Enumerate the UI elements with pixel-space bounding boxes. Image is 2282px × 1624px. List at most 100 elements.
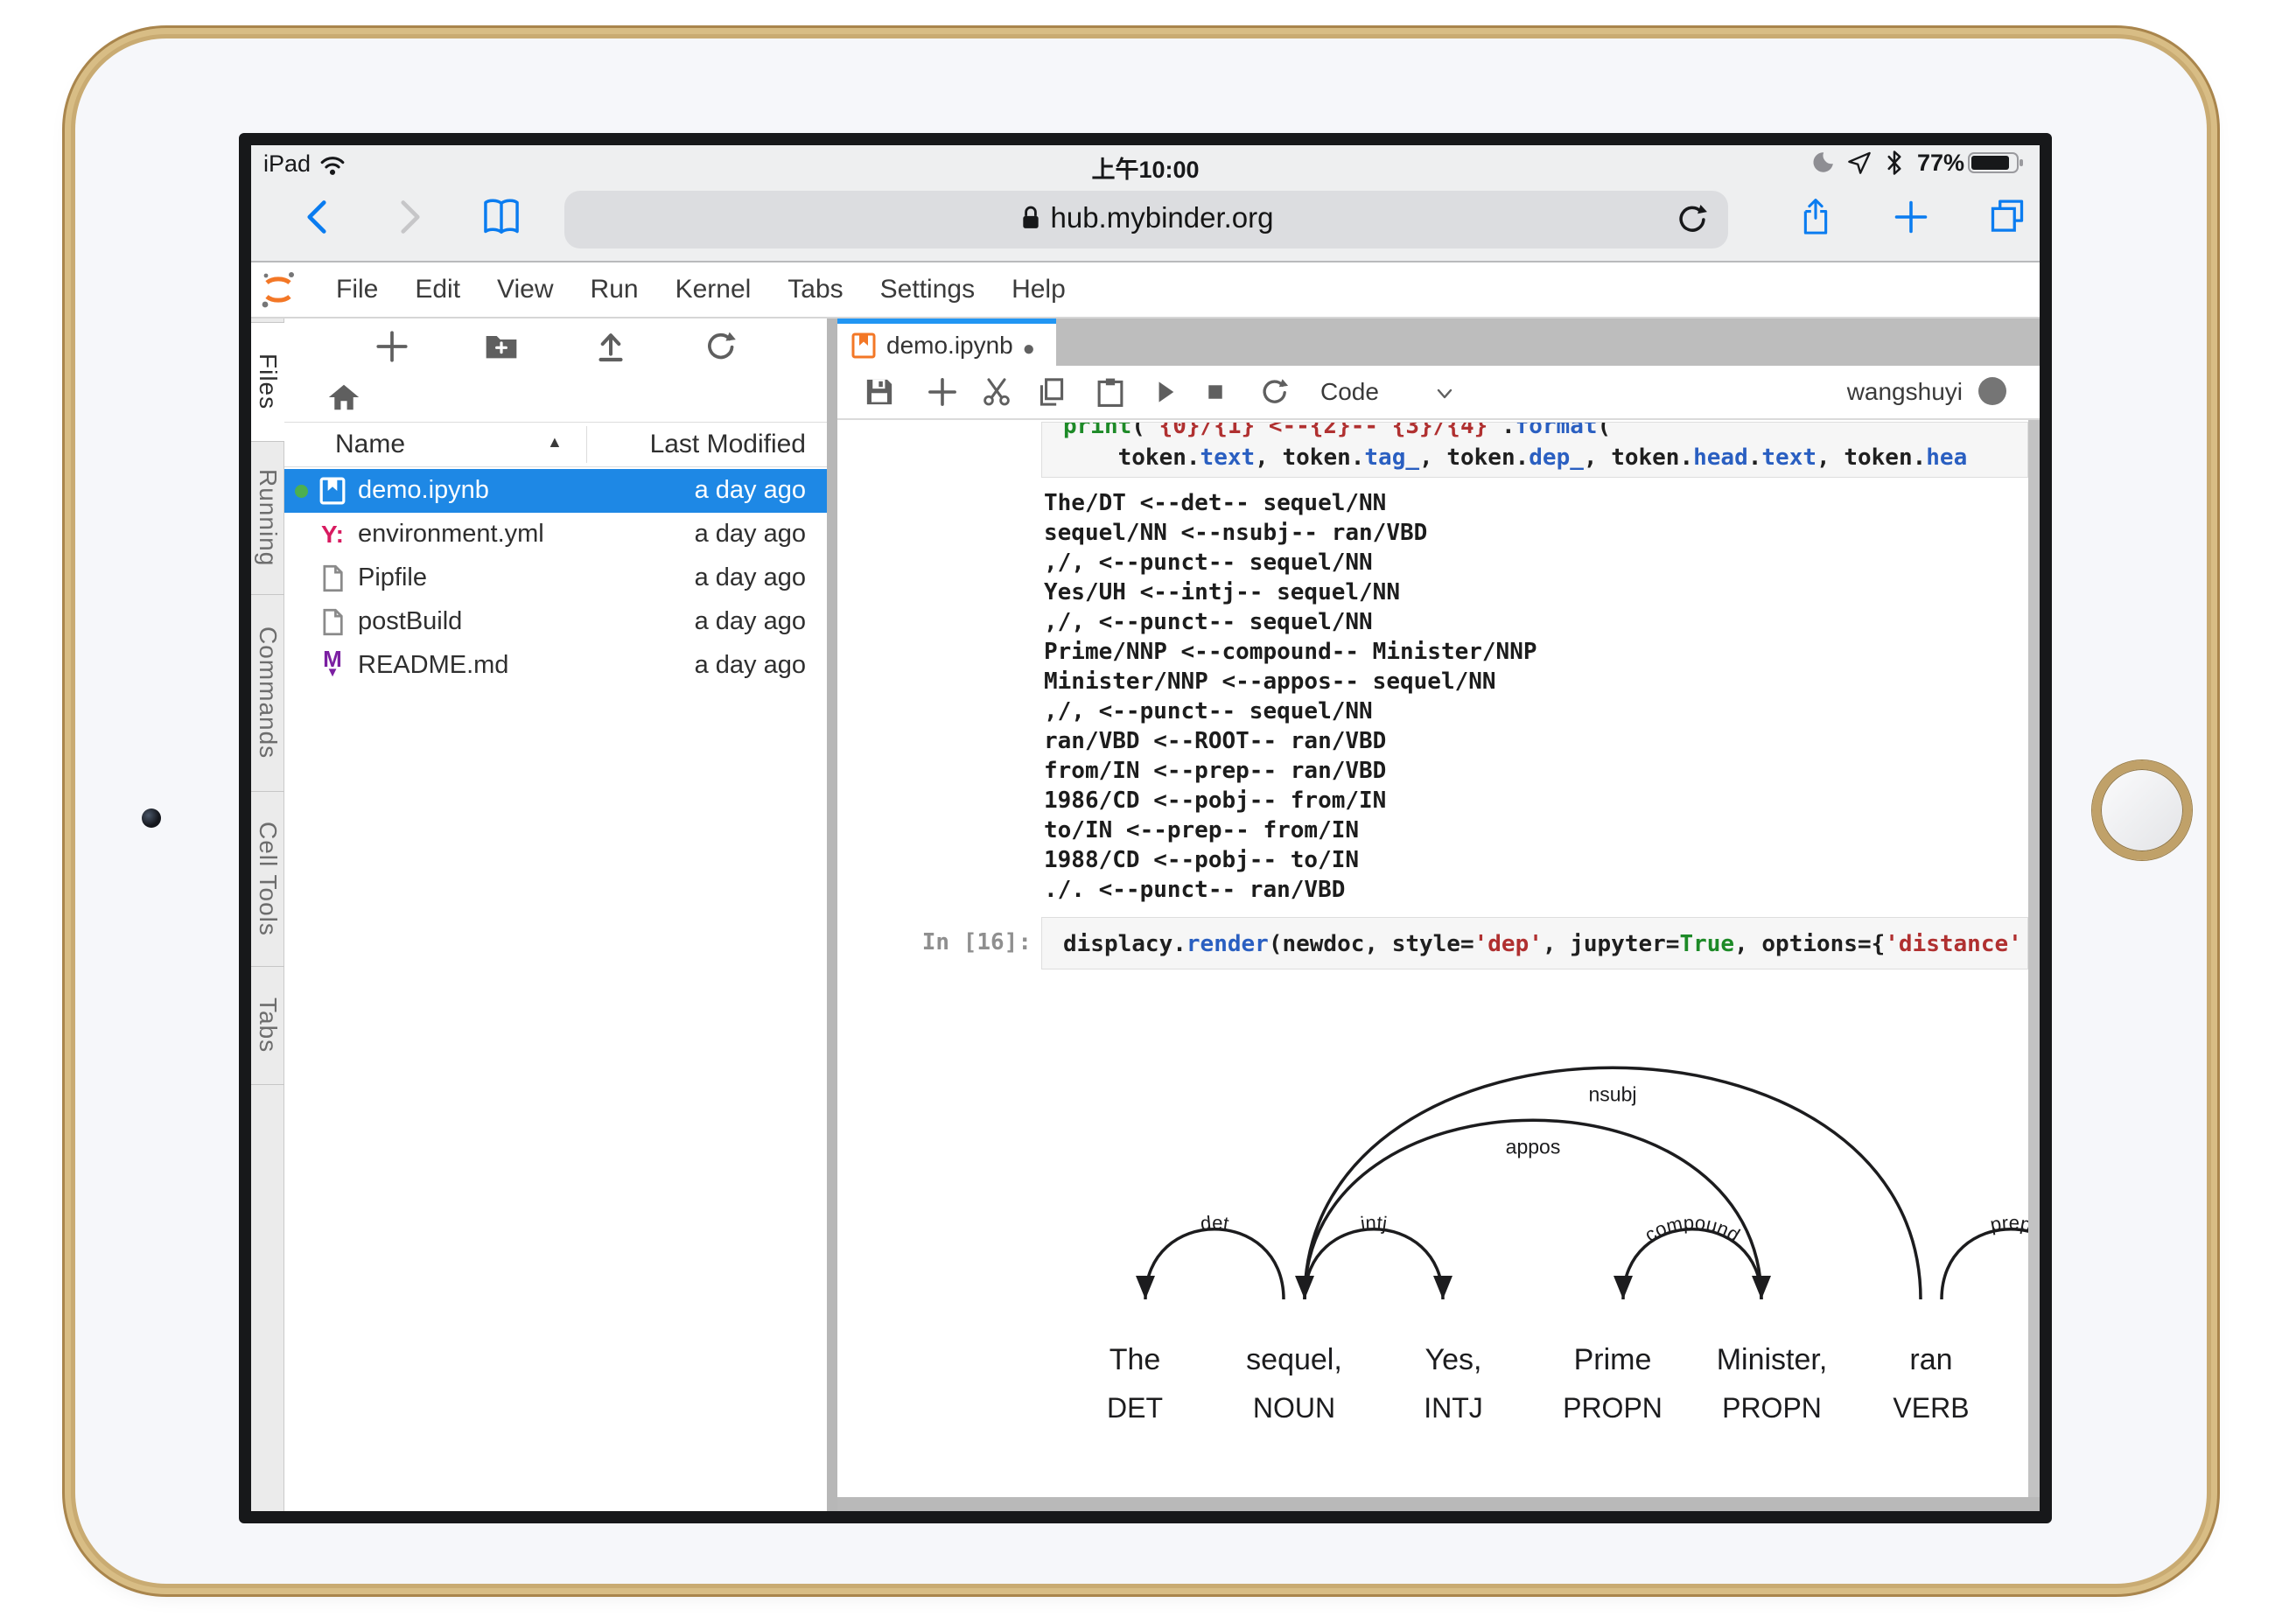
- save-button[interactable]: [864, 376, 895, 408]
- generic-file-icon: [320, 608, 345, 636]
- notebook-tab-icon: [851, 332, 876, 359]
- generic-file-icon: [320, 564, 345, 592]
- file-row-README.md[interactable]: M▼README.mda day ago: [284, 644, 827, 688]
- refresh-file-list-button[interactable]: [703, 329, 738, 364]
- cut-cells-button[interactable]: [981, 376, 1012, 408]
- file-row-postBuild[interactable]: postBuilda day ago: [284, 600, 827, 644]
- menu-file[interactable]: File: [318, 275, 396, 304]
- code-token: , token.: [1255, 444, 1364, 471]
- forward-button[interactable]: [396, 198, 425, 236]
- notebook-toolbar: Code wangshuyi: [837, 366, 2040, 420]
- left-sidebar: FilesRunningCommandsCell ToolsTabs: [251, 318, 284, 1511]
- url-field[interactable]: hub.mybinder.org: [564, 191, 1728, 248]
- sidebar-tab-files[interactable]: Files: [251, 322, 285, 442]
- arc-label: compound: [1641, 1212, 1744, 1246]
- code-token: text: [1761, 444, 1816, 471]
- new-folder-button[interactable]: [484, 329, 519, 364]
- displacy-pos-tag: NOUN: [1253, 1392, 1335, 1424]
- sidebar-tab-tabs[interactable]: Tabs: [251, 967, 284, 1085]
- output-line: ,/, <--punct-- sequel/NN: [1044, 607, 1537, 637]
- url-text: hub.mybinder.org: [1051, 201, 1274, 234]
- restart-kernel-button[interactable]: [1258, 376, 1290, 408]
- menu-settings[interactable]: Settings: [862, 275, 993, 304]
- notebook-main-area: demo.ipynb ●: [837, 318, 2040, 1511]
- new-launcher-button[interactable]: [374, 329, 410, 364]
- home-breadcrumb-icon[interactable]: [326, 380, 361, 415]
- share-button[interactable]: [1796, 198, 1835, 236]
- displacy-svg: detintjcompoundapposnsubjprepTheDETseque…: [1041, 1015, 2028, 1470]
- sidebar-tab-running[interactable]: Running: [251, 442, 284, 595]
- screen: iPad 上午10:00: [239, 133, 2052, 1523]
- dock-tab-bar: demo.ipynb ●: [837, 318, 2040, 366]
- code-token: 'dep': [1474, 931, 1543, 957]
- paste-cells-button[interactable]: [1095, 376, 1126, 408]
- bookmarks-icon[interactable]: [480, 198, 522, 236]
- output-line: ./. <--punct-- ran/VBD: [1044, 875, 1537, 905]
- menu-view[interactable]: View: [479, 275, 571, 304]
- horizontal-scrollbar[interactable]: [837, 1497, 2040, 1511]
- code-cell-partial[interactable]: print('{0}/{1} <--{2}-- {3}/{4}'.format(…: [1041, 422, 2028, 478]
- reload-button[interactable]: [1676, 203, 1709, 236]
- upload-button[interactable]: [593, 329, 628, 364]
- output-line: to/IN <--prep-- from/IN: [1044, 816, 1537, 845]
- displacy-word: The: [1110, 1343, 1161, 1376]
- copy-cells-button[interactable]: [1036, 376, 1068, 408]
- file-list-header[interactable]: Name ▲ Last Modified: [284, 422, 827, 467]
- kernel-running-dot: [295, 485, 308, 498]
- tab-label[interactable]: demo.ipynb: [886, 332, 1013, 360]
- vertical-scrollbar[interactable]: [2028, 420, 2040, 1497]
- sidebar-tab-commands[interactable]: Commands: [251, 595, 284, 792]
- back-button[interactable]: [302, 198, 332, 236]
- panel-resize-handle[interactable]: [827, 318, 837, 1511]
- stop-kernel-button[interactable]: [1200, 376, 1231, 408]
- home-button[interactable]: [2092, 760, 2192, 860]
- code-token: , token.: [1584, 444, 1693, 471]
- tabs-button[interactable]: [1988, 198, 2026, 236]
- kernel-user-label: wangshuyi: [1847, 378, 1963, 406]
- arc-label: intj: [1359, 1212, 1388, 1235]
- do-not-disturb-moon-icon: [1809, 150, 1835, 176]
- output-line: sequel/NN <--nsubj-- ran/VBD: [1044, 518, 1537, 548]
- displacy-word: Minister,: [1717, 1343, 1828, 1376]
- arc-arrowhead: [1614, 1276, 1633, 1299]
- cell-type-dropdown[interactable]: Code: [1320, 378, 1379, 406]
- file-name: postBuild: [358, 607, 462, 636]
- code-token: True: [1679, 931, 1734, 957]
- column-name[interactable]: Name: [335, 430, 405, 459]
- yaml-file-icon: Y:: [321, 521, 344, 549]
- sidebar-tab-cell-tools[interactable]: Cell Tools: [251, 792, 284, 967]
- tab-close-dirty-dot[interactable]: ●: [1023, 337, 1036, 361]
- output-line: Minister/NNP <--appos-- sequel/NN: [1044, 667, 1537, 696]
- dependency-arc-prep: [1942, 1229, 2028, 1299]
- safari-toolbar: hub.mybinder.org: [251, 178, 2040, 261]
- new-tab-button[interactable]: [1892, 198, 1930, 236]
- file-name: Pipfile: [358, 564, 427, 592]
- kernel-status-indicator[interactable]: [1978, 377, 2006, 405]
- dependency-arc-det: [1145, 1229, 1284, 1299]
- file-row-demo.ipynb[interactable]: demo.ipynba day ago: [284, 469, 827, 513]
- code-token: head: [1693, 444, 1748, 471]
- displacy-pos-tag: PROPN: [1722, 1392, 1822, 1424]
- lock-icon: [1019, 203, 1042, 233]
- file-name: README.md: [358, 651, 508, 680]
- output-line: Yes/UH <--intj-- sequel/NN: [1044, 578, 1537, 607]
- run-cell-button[interactable]: [1149, 376, 1180, 408]
- menu-help[interactable]: Help: [993, 275, 1084, 304]
- code-token: '{0}/{1} <--{2}-- {3}/{4}': [1145, 422, 1502, 439]
- output-line: 1988/CD <--pobj-- to/IN: [1044, 845, 1537, 875]
- notebook-scroll-area[interactable]: print('{0}/{1} <--{2}-- {3}/{4}'.format(…: [837, 420, 2040, 1497]
- code-token: .: [1502, 422, 1516, 439]
- code-cell-in16[interactable]: displacy.render(newdoc, style='dep', jup…: [1041, 917, 2028, 970]
- file-row-Pipfile[interactable]: Pipfilea day ago: [284, 556, 827, 600]
- chevron-down-icon[interactable]: [1434, 383, 1455, 404]
- tab-demo-ipynb[interactable]: demo.ipynb ●: [837, 318, 1056, 366]
- menu-kernel[interactable]: Kernel: [657, 275, 770, 304]
- arc-arrowhead: [1433, 1276, 1452, 1299]
- column-last-modified[interactable]: Last Modified: [650, 430, 806, 459]
- menu-run[interactable]: Run: [572, 275, 657, 304]
- code-token: token.: [1063, 444, 1200, 471]
- menu-edit[interactable]: Edit: [396, 275, 479, 304]
- file-row-environment.yml[interactable]: Y:environment.ymla day ago: [284, 513, 827, 556]
- add-cell-button[interactable]: [927, 376, 958, 408]
- menu-tabs[interactable]: Tabs: [769, 275, 861, 304]
